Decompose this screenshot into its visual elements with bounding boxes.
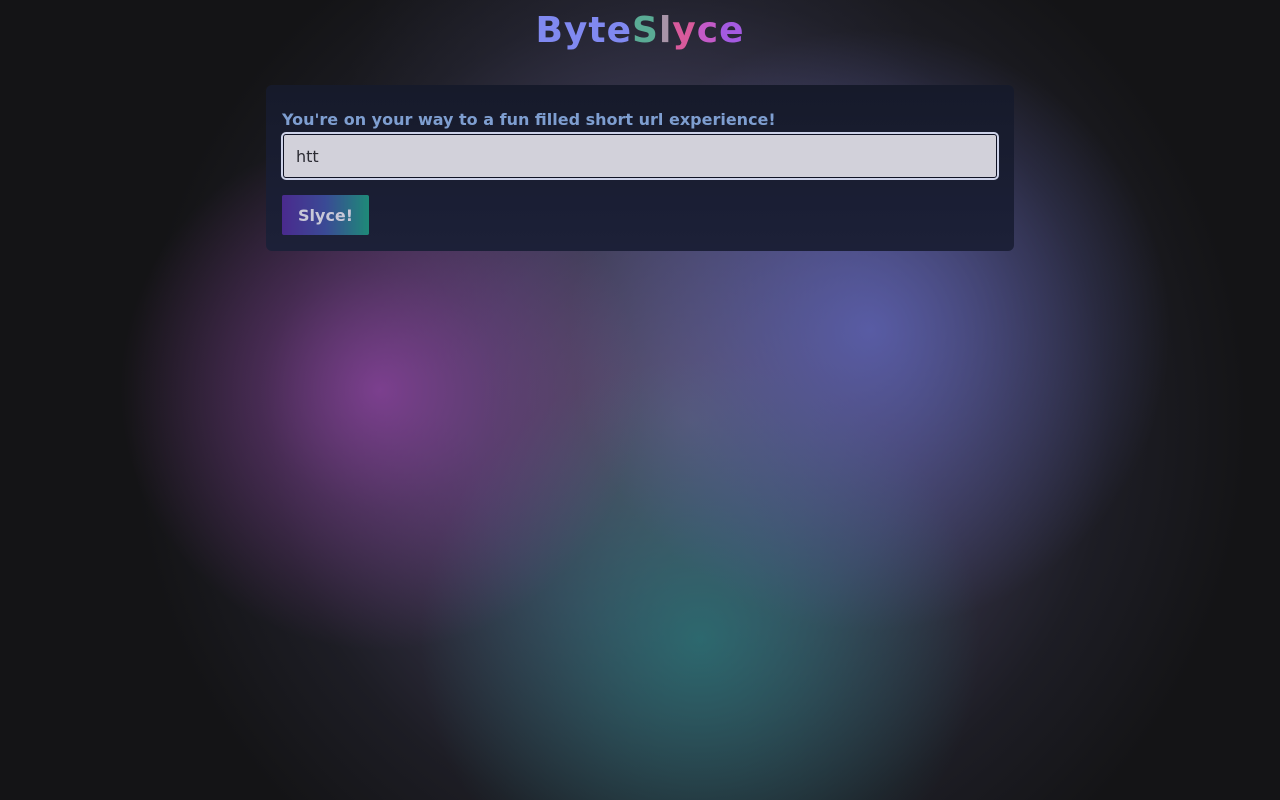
logo-text-byte: Byte [535, 10, 632, 51]
logo-text-l: l [658, 10, 673, 51]
brand-logo: ByteSlyce [0, 8, 1280, 54]
logo-text-s: S [632, 10, 659, 51]
logo-text-y: y [672, 10, 697, 51]
url-input[interactable] [281, 132, 999, 180]
logo-text-e: e [719, 10, 745, 51]
slyce-button[interactable]: Slyce! [282, 195, 370, 235]
url-input-label: You're on your way to a fun filled short… [282, 110, 776, 129]
logo-text-c: c [696, 10, 720, 51]
shorten-url-card: You're on your way to a fun filled short… [266, 85, 1014, 251]
